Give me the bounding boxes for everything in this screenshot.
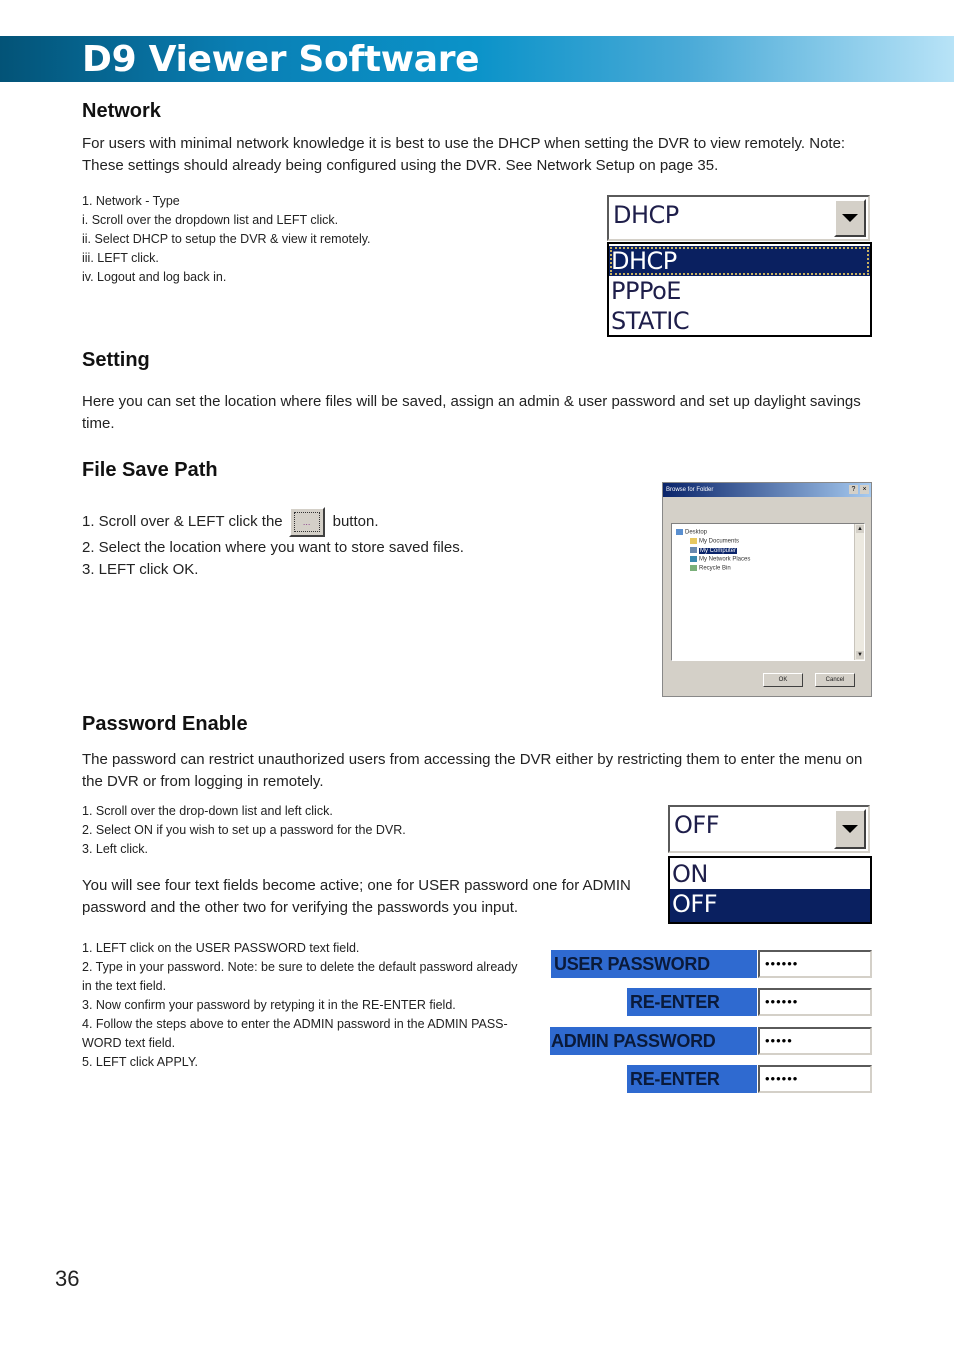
browse-button[interactable]: ... <box>288 507 325 538</box>
password-step: WORD text field. <box>82 1036 176 1050</box>
setting-heading: Setting <box>82 349 150 371</box>
network-type-value: DHCP <box>613 201 679 229</box>
dropdown-arrow-button[interactable] <box>834 809 866 849</box>
option-dhcp[interactable]: DHCP <box>609 246 870 276</box>
password-steps: 1. Scroll over the drop-down list and le… <box>82 802 406 859</box>
header-banner: D9 Viewer Software <box>0 36 954 82</box>
ok-button[interactable]: OK <box>763 673 803 687</box>
network-intro-line: For users with minimal network knowledge… <box>82 135 846 152</box>
user-reenter-field[interactable]: •••••• <box>758 988 872 1016</box>
ellipsis-icon: ... <box>293 512 320 533</box>
network-step: i. Scroll over the dropdown list and LEF… <box>82 213 339 227</box>
option-off[interactable]: OFF <box>670 889 870 922</box>
scroll-down-icon[interactable]: ▼ <box>856 651 864 659</box>
setting-text-line: time. <box>82 415 115 432</box>
recycle-bin-icon <box>690 565 697 571</box>
tree-item-desktop[interactable]: Desktop <box>676 529 707 536</box>
network-intro-line: These settings should already being conf… <box>82 157 719 174</box>
password-step: 1. Scroll over the drop-down list and le… <box>82 804 333 818</box>
admin-reenter-field[interactable]: •••••• <box>758 1065 872 1093</box>
desktop-icon <box>676 529 683 535</box>
password-step: 2. Type in your password. Note: be sure … <box>82 960 518 974</box>
network-type-list: DHCP PPPoE STATIC <box>607 242 872 337</box>
password-step: 3. Left click. <box>82 842 148 856</box>
admin-password-field[interactable]: ••••• <box>758 1027 872 1055</box>
admin-reenter-label: RE-ENTER <box>627 1065 757 1093</box>
user-reenter-label: RE-ENTER <box>627 988 757 1016</box>
network-step: 1. Network - Type <box>82 194 180 208</box>
user-password-field[interactable]: •••••• <box>758 950 872 978</box>
step2-text: 2. Select the location where you want to… <box>82 539 464 556</box>
close-icon[interactable]: × <box>860 485 869 494</box>
tree-label: My Network Places <box>699 556 751 563</box>
network-step: iv. Logout and log back in. <box>82 270 227 284</box>
password-intro-line: the DVR or from logging in remotely. <box>82 773 324 790</box>
tree-label: My Documents <box>699 538 740 545</box>
password-step: 4. Follow the steps above to enter the A… <box>82 1017 508 1031</box>
network-icon <box>690 556 697 562</box>
password-note: You will see four text fields become act… <box>82 875 631 919</box>
option-static[interactable]: STATIC <box>609 306 870 336</box>
setting-text-line: Here you can set the location where file… <box>82 393 861 410</box>
user-password-label: USER PASSWORD <box>551 950 757 978</box>
password-enable-heading: Password Enable <box>82 713 248 735</box>
step1-text: 1. Scroll over & LEFT click the <box>82 513 283 530</box>
tree-item-my-documents[interactable]: My Documents <box>690 538 739 545</box>
dialog-title: Browse for Folder <box>666 487 714 493</box>
tree-item-my-computer[interactable]: My Computer <box>690 547 738 554</box>
password-step: in the text field. <box>82 979 167 993</box>
scroll-up-icon[interactable]: ▲ <box>856 525 864 533</box>
page-number: 36 <box>55 1266 80 1291</box>
admin-password-label: ADMIN PASSWORD <box>550 1027 757 1055</box>
tree-scrollbar[interactable]: ▲ ▼ <box>854 524 864 660</box>
network-step: ii. Select DHCP to setup the DVR & view … <box>82 232 371 246</box>
network-heading: Network <box>82 100 161 122</box>
help-icon[interactable]: ? <box>849 485 858 494</box>
network-type-dropdown[interactable]: DHCP <box>607 195 870 241</box>
tree-label: Recycle Bin <box>699 565 731 572</box>
folder-tree[interactable]: Desktop My Documents My Computer My Netw… <box>671 523 865 661</box>
password-intro: The password can restrict unauthorized u… <box>82 749 862 793</box>
cancel-button[interactable]: Cancel <box>815 673 855 687</box>
network-step: iii. LEFT click. <box>82 251 159 265</box>
password-step: 2. Select ON if you wish to set up a pas… <box>82 823 406 837</box>
folder-icon <box>690 538 697 544</box>
password-step: 5. LEFT click APPLY. <box>82 1055 199 1069</box>
password-note-line: password and the other two for verifying… <box>82 899 519 916</box>
chevron-down-icon <box>842 214 858 222</box>
password-step: 3. Now confirm your password by retyping… <box>82 998 456 1012</box>
password-step: 1. LEFT click on the USER PASSWORD text … <box>82 941 360 955</box>
page-title: D9 Viewer Software <box>82 39 480 80</box>
password-enable-dropdown[interactable]: OFF <box>668 805 870 853</box>
network-intro: For users with minimal network knowledge… <box>82 133 845 177</box>
file-save-path-heading: File Save Path <box>82 459 218 481</box>
password-note-line: You will see four text fields become act… <box>82 877 631 894</box>
tree-item-network-places[interactable]: My Network Places <box>690 556 750 563</box>
chevron-down-icon <box>842 825 858 833</box>
tree-label: My Computer <box>699 547 738 554</box>
password-enable-value: OFF <box>674 811 720 839</box>
computer-icon <box>690 547 697 553</box>
browse-for-folder-dialog: Browse for Folder ? × Desktop My Documen… <box>662 482 872 697</box>
option-pppoe[interactable]: PPPoE <box>609 276 870 306</box>
password-intro-line: The password can restrict unauthorized u… <box>82 751 863 768</box>
tree-label: Desktop <box>685 529 708 536</box>
setting-text: Here you can set the location where file… <box>82 391 861 435</box>
dialog-title-bar: Browse for Folder ? × <box>663 483 871 497</box>
step1-text-after: button. <box>332 513 379 530</box>
step3-text: 3. LEFT click OK. <box>82 561 199 578</box>
password-enable-list: ON OFF <box>668 856 872 924</box>
file-save-path-steps: 1. Scroll over & LEFT click the... button… <box>82 507 464 581</box>
option-on[interactable]: ON <box>670 859 870 889</box>
password-steps-2: 1. LEFT click on the USER PASSWORD text … <box>82 939 517 1072</box>
tree-item-recycle-bin[interactable]: Recycle Bin <box>690 565 731 572</box>
dropdown-arrow-button[interactable] <box>834 199 866 237</box>
network-steps: 1. Network - Type i. Scroll over the dro… <box>82 192 371 287</box>
